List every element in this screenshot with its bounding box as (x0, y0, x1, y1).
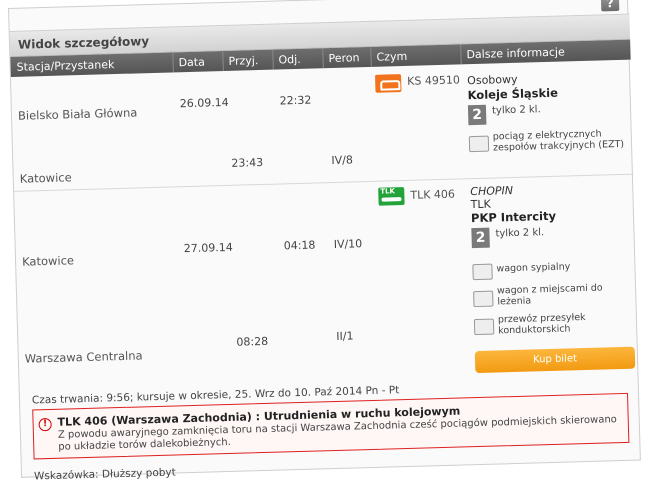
col-departure: Odj. (278, 52, 301, 67)
platform: IV/10 (333, 237, 363, 251)
ezt-train-icon (468, 135, 490, 153)
sleeper-car-icon (472, 263, 493, 281)
class-2-icon: 2 (471, 227, 490, 249)
station-from: Bielsko Biała Główna (17, 105, 138, 123)
detail-panel: ? Widok szczegółowy Stacja/Przystanek Da… (8, 0, 641, 482)
arrival-time: 08:28 (236, 334, 269, 349)
carrier-name: PKP Intercity (470, 208, 557, 226)
date: 26.09.14 (179, 95, 229, 111)
col-date: Data (178, 55, 206, 70)
date: 27.09.14 (183, 240, 233, 256)
station-to: Warszawa Centralna (24, 348, 143, 366)
screenshot-stage: ? Widok szczegółowy Stacja/Przystanek Da… (0, 0, 650, 490)
feature-couchette: wagon z miejscami do leżenia (496, 282, 603, 308)
platform: II/1 (336, 329, 354, 343)
trip-row-2: TLK 406 CHOPIN TLK PKP Intercity 2 tylko… (14, 175, 639, 392)
tlk-train-icon (378, 187, 405, 206)
warning-icon: ! (38, 417, 52, 432)
train-number[interactable]: TLK 406 (410, 188, 455, 202)
departure-time: 22:32 (279, 93, 312, 108)
arrival-time: 23:43 (231, 155, 264, 170)
envelope-icon (473, 318, 495, 336)
couchette-car-icon (473, 290, 494, 308)
hint-text: Wskazówka: Dłuższy pobyt (33, 466, 176, 483)
col-train: Czym (376, 49, 408, 64)
col-info: Dalsze informacje (466, 45, 565, 62)
ks-train-icon (375, 74, 402, 93)
station-to: Katowice (19, 170, 72, 186)
station-from: Katowice (21, 253, 75, 269)
class-info: tylko 2 kl. (491, 104, 541, 117)
trip-row-1: Bielsko Biała Główna 26.09.14 22:32 KS 4… (10, 59, 634, 192)
feature-sleeper: wagon sypialny (496, 261, 571, 275)
class-2-icon: 2 (467, 104, 487, 126)
col-station: Stacja/Przystanek (16, 58, 115, 74)
train-number[interactable]: KS 49510 (407, 73, 460, 87)
feature-parcel: przewóz przesyłek konduktorskich (497, 311, 586, 337)
buy-ticket-button[interactable]: Kup bilet (474, 346, 636, 374)
help-button[interactable]: ? (600, 0, 620, 12)
col-arrival: Przyj. (228, 54, 259, 68)
class-info: tylko 2 kl. (495, 227, 545, 240)
train-name: CHOPIN (470, 183, 514, 199)
platform: IV/8 (331, 153, 354, 168)
train-category: TLK (470, 197, 491, 212)
col-platform: Peron (328, 51, 360, 66)
departure-time: 04:18 (283, 238, 316, 253)
carrier-name: Koleje Śląskie (467, 85, 559, 103)
feature-ezt: pociąg z elektrycznych zespołów trakcyjn… (492, 128, 625, 154)
train-type: Osobowy (467, 72, 518, 88)
